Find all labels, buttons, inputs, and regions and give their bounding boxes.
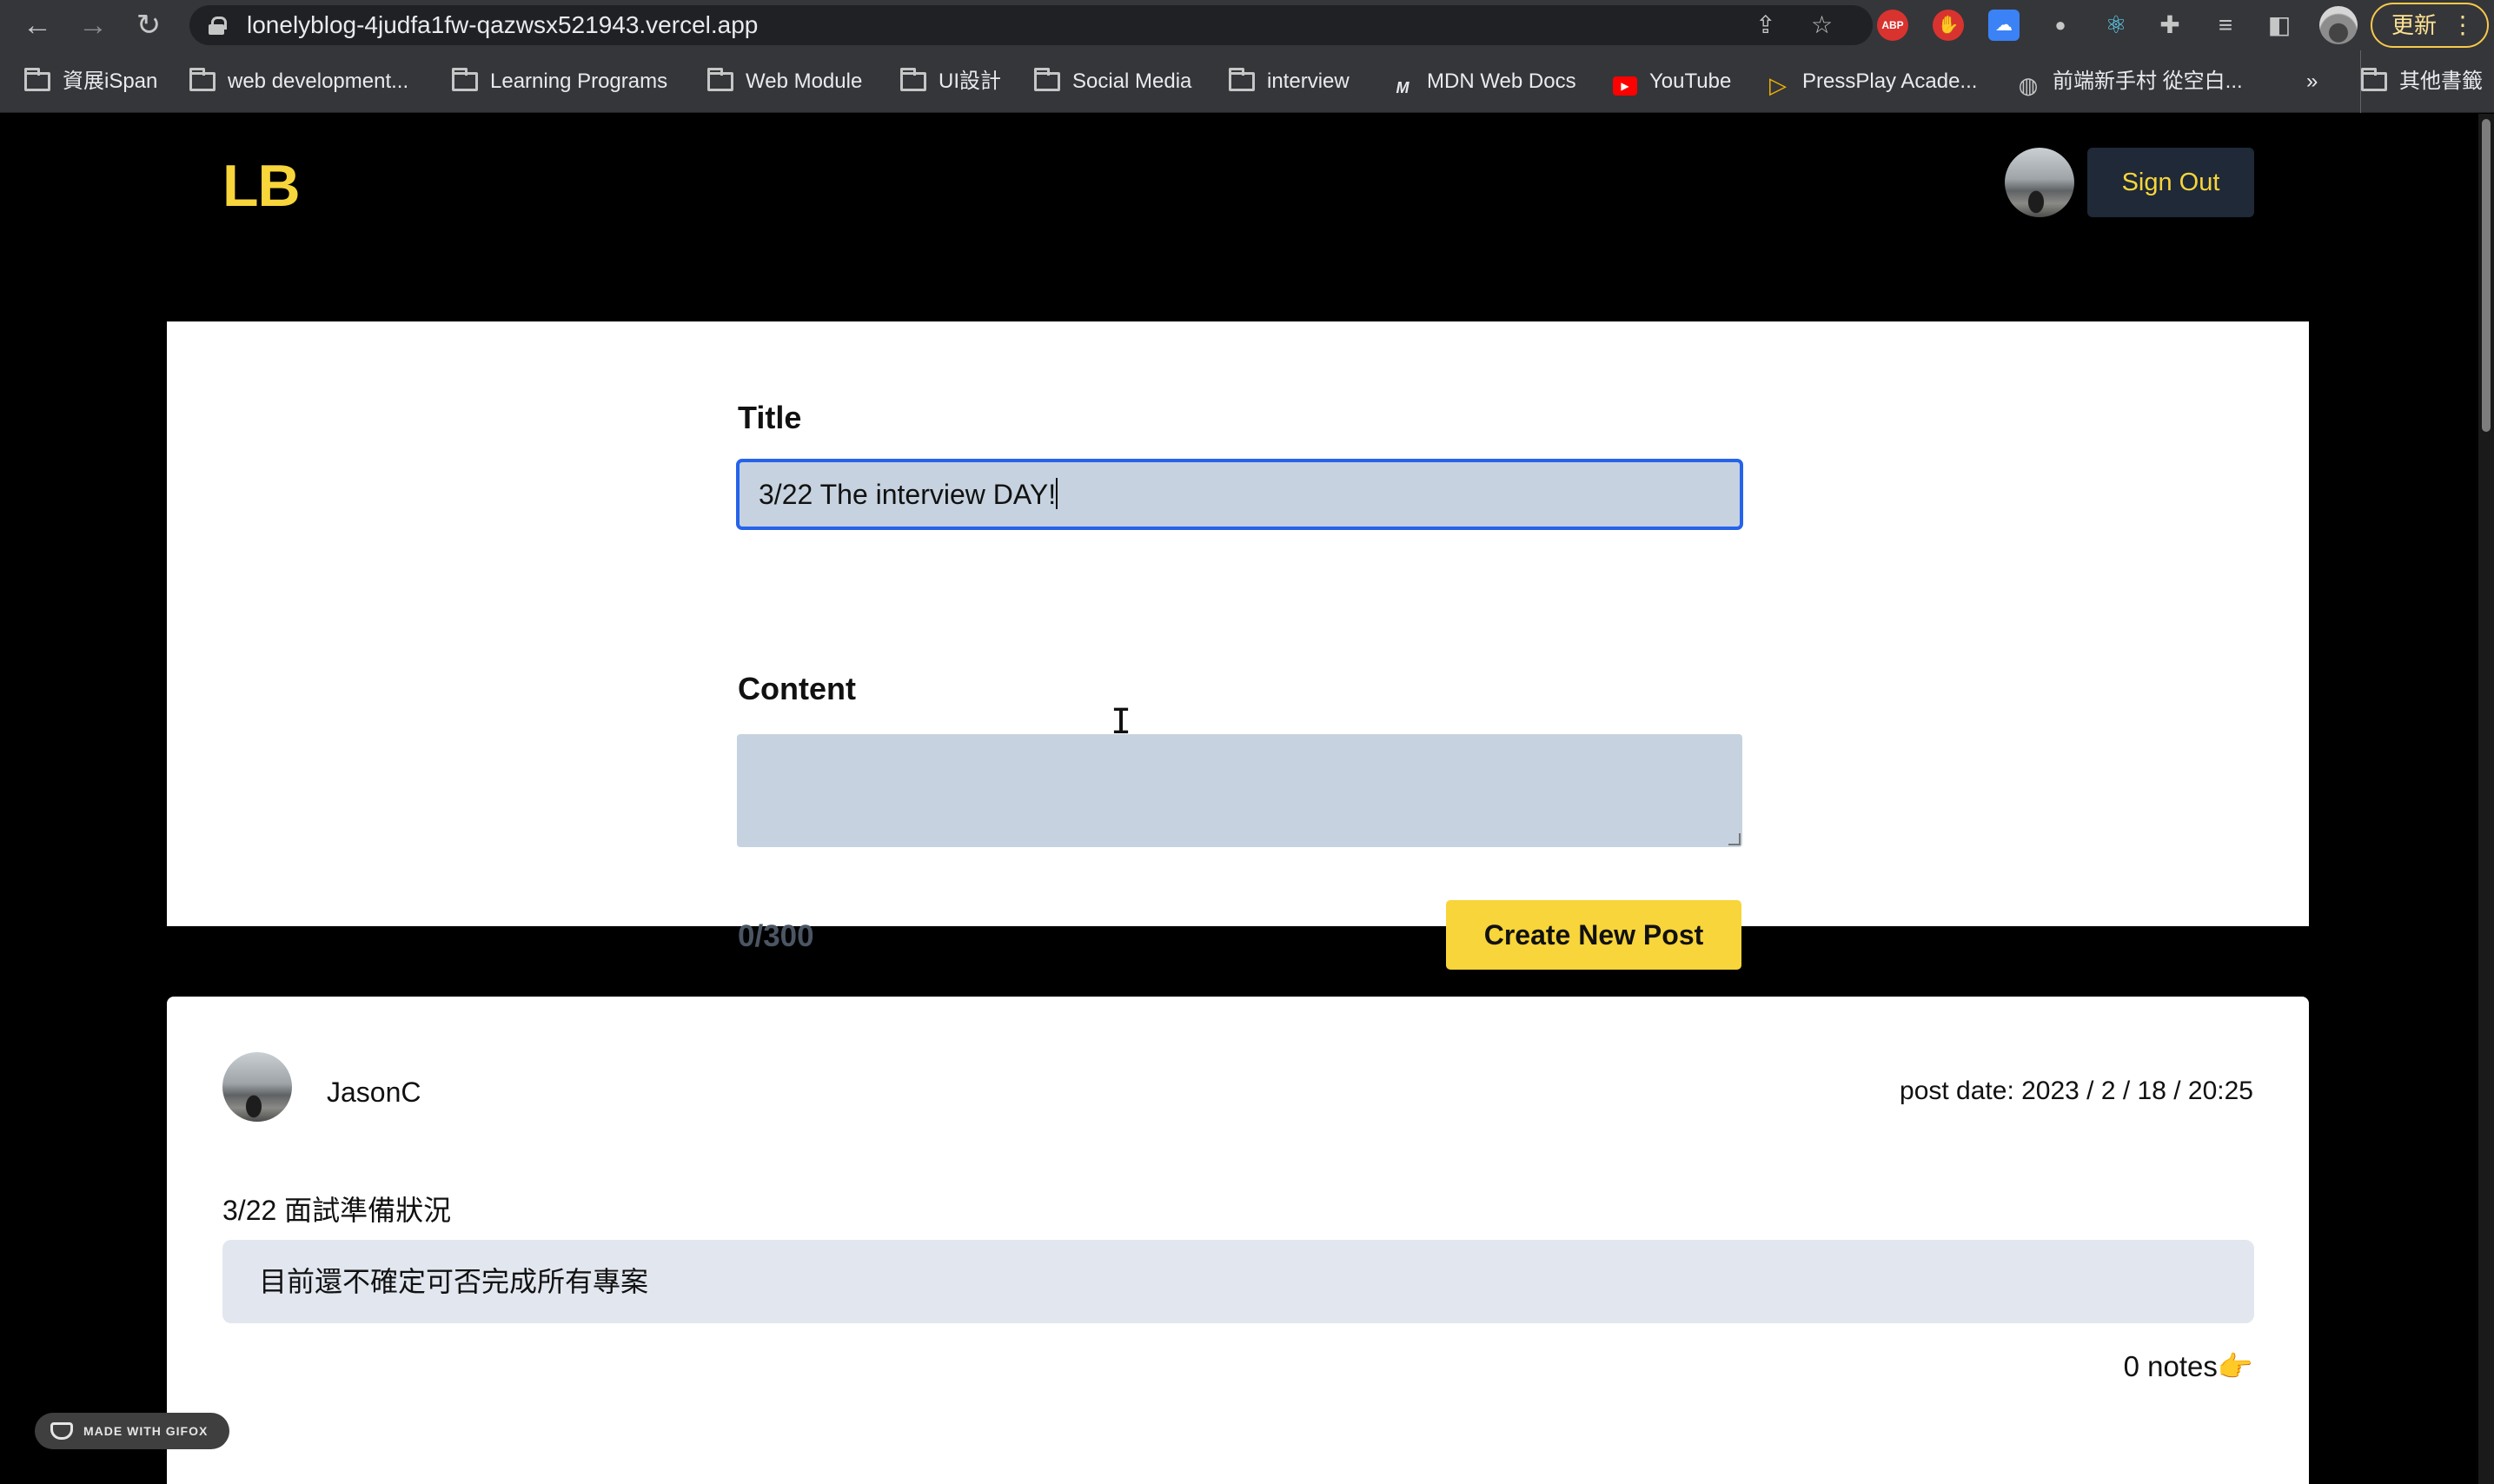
youtube-icon: ▶: [1613, 76, 1637, 96]
folder-icon: [900, 68, 926, 91]
create-post-panel: Title 3/22 The interview DAY! Content I …: [167, 321, 2309, 970]
title-label: Title: [738, 400, 802, 435]
bookmark-label: PressPlay Acade...: [1802, 70, 1978, 93]
post-date: post date: 2023 / 2 / 18 / 20:25: [1900, 1077, 2253, 1105]
bookmark-label: UI設計: [939, 70, 1001, 93]
bookmark-item[interactable]: M MDN Web Docs: [1390, 50, 1576, 113]
hand-stop-extension-icon[interactable]: ✋: [1933, 10, 1964, 41]
content-label: Content: [738, 671, 856, 706]
figure-extension-icon[interactable]: ●: [2040, 5, 2080, 45]
bookmark-star-icon[interactable]: ☆: [1811, 5, 1833, 45]
profile-avatar-icon[interactable]: [2319, 6, 2358, 44]
post-card: JasonC post date: 2023 / 2 / 18 / 20:25 …: [167, 997, 2309, 1484]
title-input-value: 3/22 The interview DAY!: [759, 479, 1057, 510]
bookmark-item[interactable]: web development...: [189, 50, 408, 113]
menu-dots-icon: ⋮: [2451, 11, 2475, 38]
url-text: lonelyblog-4judfa1fw-qazwsx521943.vercel…: [247, 11, 759, 38]
browser-toolbar: ← → ↻ lonelyblog-4judfa1fw-qazwsx521943.…: [0, 0, 2494, 50]
resize-handle-icon[interactable]: [1728, 833, 1741, 845]
side-panel-icon[interactable]: ◧: [2259, 5, 2299, 45]
text-cursor-icon: I: [1111, 702, 1132, 742]
lock-icon: [209, 17, 227, 35]
author-avatar[interactable]: [222, 1052, 292, 1122]
pointing-hand-icon: 👉: [2217, 1350, 2253, 1382]
user-avatar[interactable]: [2005, 148, 2074, 217]
folder-icon: [1229, 68, 1255, 91]
notes-count: 0 notes: [2123, 1350, 2218, 1382]
bookmark-label: interview: [1267, 70, 1350, 93]
bookmark-label: web development...: [228, 70, 409, 93]
scrollbar-thumb[interactable]: [2482, 119, 2491, 432]
adblock-icon[interactable]: ABP: [1877, 10, 1908, 41]
bookmark-label: MDN Web Docs: [1427, 70, 1576, 93]
bookmark-item[interactable]: ◍ 前端新手村 從空白...: [2016, 50, 2243, 113]
reading-list-icon[interactable]: ≡: [2205, 5, 2245, 45]
title-input[interactable]: 3/22 The interview DAY!: [736, 459, 1743, 530]
pressplay-icon: ▷: [1769, 72, 1787, 98]
more-bookmarks-chevron-icon[interactable]: »: [2306, 50, 2318, 113]
bookmark-label: Web Module: [746, 70, 863, 93]
bookmark-item[interactable]: ▶ YouTube: [1613, 50, 1731, 113]
bookmark-label: Social Media: [1072, 70, 1192, 93]
content-textarea[interactable]: [737, 734, 1742, 847]
reload-icon[interactable]: ↻: [129, 5, 169, 45]
update-label: 更新: [2391, 12, 2438, 38]
bookmark-label: »: [2306, 70, 2318, 93]
bookmark-item[interactable]: Learning Programs: [452, 50, 667, 113]
mdn-icon: M: [1396, 79, 1410, 96]
cloud-extension-icon[interactable]: ☁: [1988, 10, 2020, 41]
bookmarks-bar: 資展iSpan web development... Learning Prog…: [0, 50, 2494, 113]
bookmark-item[interactable]: Social Media: [1034, 50, 1191, 113]
post-body: 目前還不確定可否完成所有專案: [222, 1240, 2254, 1323]
bookmark-item[interactable]: ▷ PressPlay Acade...: [1766, 50, 1977, 113]
back-arrow-icon[interactable]: ←: [17, 5, 57, 45]
watermark-text: MADE WITH GIFOX: [83, 1424, 209, 1438]
bookmark-label: 前端新手村 從空白...: [2053, 70, 2243, 93]
bookmark-label: Learning Programs: [490, 70, 668, 93]
bookmark-item[interactable]: 資展iSpan: [24, 50, 157, 113]
bookmark-label: 其他書籤: [2399, 70, 2483, 93]
gifox-watermark: MADE WITH GIFOX: [35, 1413, 229, 1449]
react-devtools-icon[interactable]: ⚛: [2096, 5, 2136, 45]
sign-out-button[interactable]: Sign Out: [2087, 148, 2254, 217]
page-scrollbar[interactable]: [2478, 114, 2494, 1484]
other-bookmarks[interactable]: 其他書籤: [2360, 50, 2483, 113]
folder-icon: [452, 68, 478, 91]
bookmark-label: 資展iSpan: [63, 70, 158, 93]
globe-icon: ◍: [2018, 72, 2039, 98]
site-logo[interactable]: LB: [222, 152, 301, 220]
share-icon[interactable]: ⇪: [1755, 5, 1775, 45]
page-content: LB Sign Out Title 3/22 The interview DAY…: [0, 114, 2478, 1484]
bookmark-item[interactable]: UI設計: [900, 50, 1001, 113]
post-author[interactable]: JasonC: [327, 1077, 421, 1109]
folder-icon: [24, 68, 50, 91]
bookmark-item[interactable]: Web Module: [707, 50, 862, 113]
text-caret: [1056, 478, 1058, 509]
notes-link[interactable]: 0 notes👉: [2124, 1350, 2253, 1384]
bookmark-item[interactable]: interview: [1229, 50, 1350, 113]
bookmark-label: YouTube: [1649, 70, 1732, 93]
address-bar[interactable]: lonelyblog-4judfa1fw-qazwsx521943.vercel…: [189, 5, 1873, 45]
folder-icon: [1034, 68, 1060, 91]
folder-icon: [707, 68, 733, 91]
create-new-post-button[interactable]: Create New Post: [1446, 900, 1741, 970]
post-title: 3/22 面試準備狀況: [222, 1195, 452, 1226]
folder-icon: [2361, 68, 2387, 91]
gifox-logo-icon: [50, 1422, 73, 1440]
folder-icon: [189, 68, 216, 91]
forward-arrow-icon[interactable]: →: [73, 5, 113, 45]
character-counter: 0/300: [738, 919, 814, 953]
update-button[interactable]: 更新 ⋮: [2371, 3, 2489, 48]
extensions-puzzle-icon[interactable]: ✚: [2150, 5, 2190, 45]
